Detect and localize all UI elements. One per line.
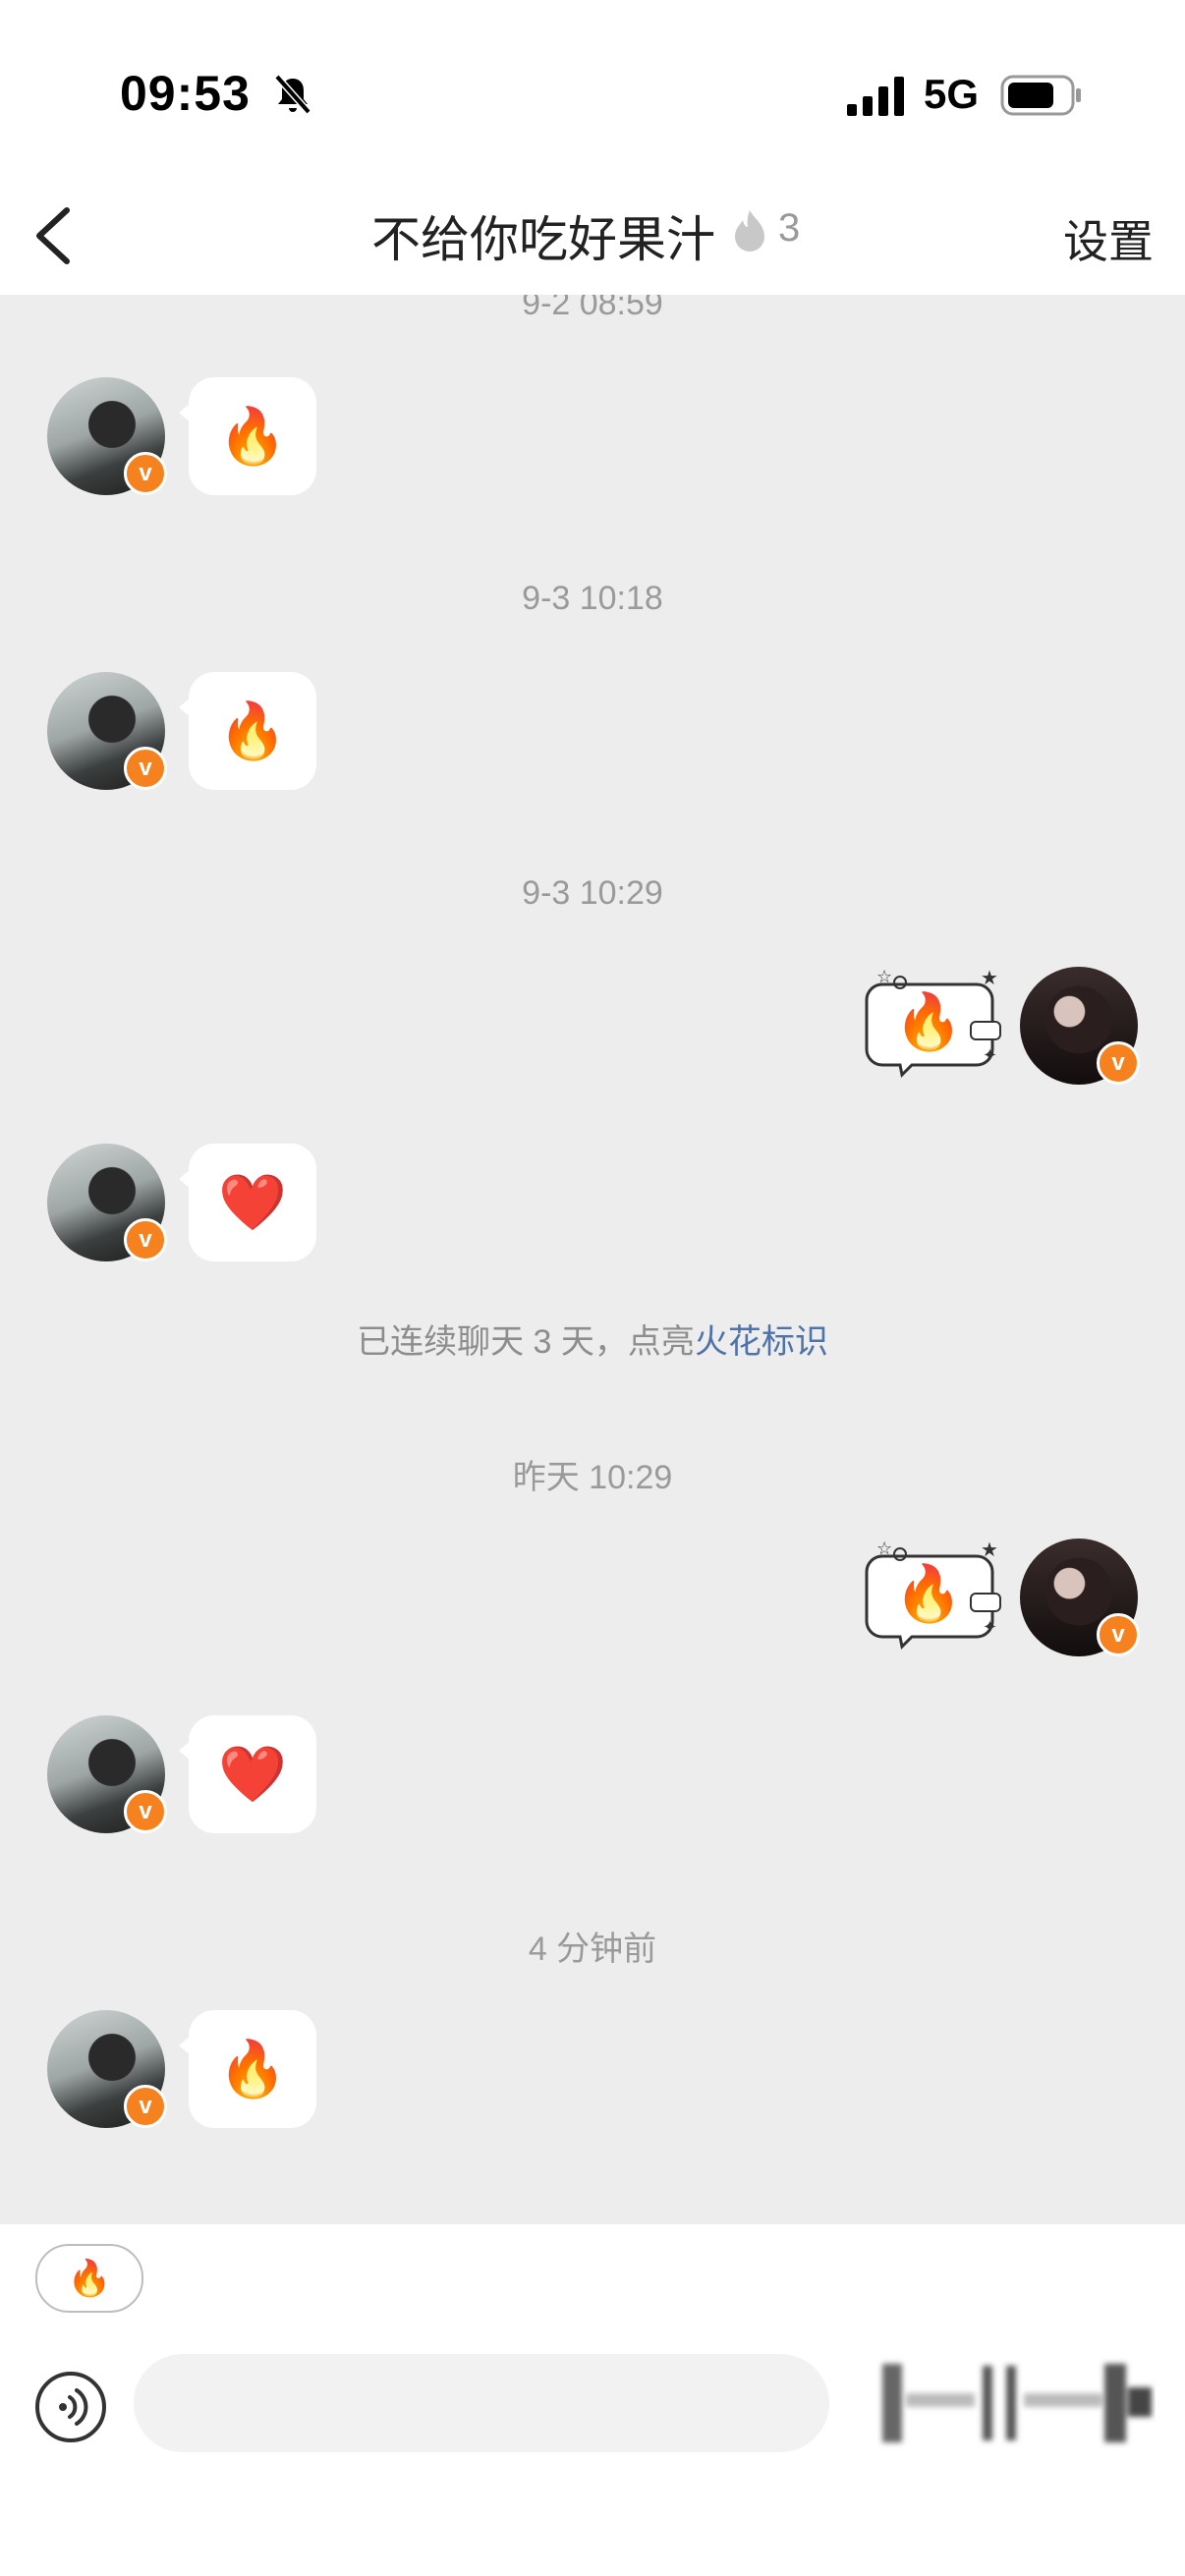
voice-input-icon[interactable] [35, 2372, 106, 2442]
cellular-signal-icon [847, 77, 904, 116]
battery-icon [1000, 75, 1081, 116]
message-input[interactable] [134, 2354, 829, 2452]
streak-notice: 已连续聊天 3 天，点亮火花标识 [0, 1315, 1185, 1363]
verified-badge-icon: v [1097, 1041, 1140, 1085]
fire-emoji: 🔥 [218, 405, 287, 467]
back-chevron-icon[interactable] [24, 189, 102, 283]
verified-badge-icon: v [124, 1790, 167, 1833]
message-bubble[interactable]: ❤️ [179, 1144, 316, 1261]
chat-title: 不给你吃好果汁 [371, 212, 715, 267]
message-timestamp: 9-3 10:18 [522, 580, 663, 617]
settings-button[interactable]: 设置 [1063, 206, 1154, 271]
sticker-message[interactable]: ☆ ★ ✦ 🔥 [865, 963, 1012, 1081]
fire-emoji: 🔥 [894, 990, 963, 1052]
status-bar: 09:53 5G [0, 0, 1185, 177]
streak-notice-text: 已连续聊天 3 天，点亮 [357, 1323, 695, 1361]
message-timestamp: 9-3 10:29 [522, 874, 663, 912]
fire-emoji: 🔥 [894, 1562, 963, 1624]
message-bubble[interactable]: 🔥 [179, 672, 316, 790]
fire-emoji: 🔥 [218, 700, 287, 761]
verified-badge-icon: v [124, 1218, 167, 1261]
verified-badge-icon: v [124, 452, 167, 495]
message-bubble[interactable]: 🔥 [179, 377, 316, 495]
chat-header: 不给你吃好果汁 3 设置 [0, 177, 1185, 295]
message-bubble[interactable]: ❤️ [179, 1715, 316, 1833]
gray-flame-icon [735, 210, 764, 252]
bell-muted-icon [274, 74, 311, 115]
network-type: 5G [924, 71, 980, 117]
heart-emoji: ❤️ [218, 1171, 287, 1233]
flame-streak-count: 3 [778, 206, 801, 250]
message-timestamp: 昨天 10:29 [512, 1459, 673, 1496]
fire-emoji: 🔥 [218, 2038, 287, 2100]
verified-badge-icon: v [1097, 1613, 1140, 1656]
verified-badge-icon: v [124, 2085, 167, 2128]
message-bubble[interactable]: 🔥 [179, 2010, 316, 2128]
verified-badge-icon: v [124, 747, 167, 790]
blurred-toolbar-icons[interactable] [876, 2354, 1156, 2452]
sticker-message[interactable]: ☆ ★ ✦ 🔥 [865, 1535, 1012, 1652]
flame-mark-link[interactable]: 火花标识 [695, 1323, 828, 1361]
message-timestamp: 4 分钟前 [528, 1931, 657, 1968]
status-time: 09:53 [120, 66, 251, 121]
input-bar: 🔥 [0, 2224, 1185, 2576]
heart-emoji: ❤️ [218, 1743, 287, 1805]
chat-message-list[interactable]: 9-2 08:59 v 🔥 9-3 10:18 v 🔥 9-3 10:29 ☆ … [0, 295, 1185, 2224]
quick-reply-fire-button[interactable]: 🔥 [35, 2244, 143, 2313]
message-timestamp: 9-2 08:59 [522, 295, 663, 322]
